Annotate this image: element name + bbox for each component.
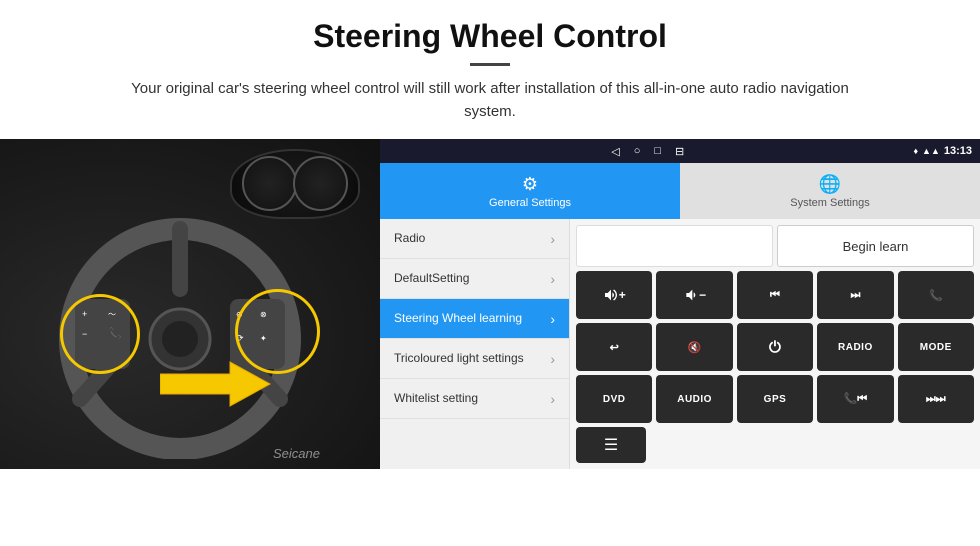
- arrow-indicator: [160, 354, 280, 419]
- status-time: 13:13: [944, 145, 972, 157]
- menu-item-steering-label: Steering Wheel learning: [394, 311, 522, 327]
- menu-item-whitelist-label: Whitelist setting: [394, 391, 478, 407]
- home-nav-icon[interactable]: ○: [634, 145, 641, 157]
- nav-icons: ◁ ○ □ ⊟: [388, 145, 907, 158]
- android-ui: ◁ ○ □ ⊟ ♦ ▲▲ 13:13 ⚙ General Settings 🌐 …: [380, 139, 980, 469]
- begin-learn-label: Begin learn: [843, 239, 909, 254]
- menu-nav-icon[interactable]: ⊟: [675, 145, 684, 158]
- chevron-icon: ›: [550, 231, 555, 247]
- mode-button[interactable]: MODE: [898, 323, 974, 371]
- mute-button[interactable]: 🔇: [656, 323, 732, 371]
- menu-item-tricoloured[interactable]: Tricoloured light settings ›: [380, 339, 569, 379]
- call-end-button[interactable]: ↩: [576, 323, 652, 371]
- tab-system-label: System Settings: [790, 197, 869, 209]
- location-icon: ♦: [913, 146, 918, 156]
- tab-general[interactable]: ⚙ General Settings: [380, 163, 680, 219]
- menu-item-default[interactable]: DefaultSetting ›: [380, 259, 569, 299]
- mode-label: MODE: [920, 342, 952, 353]
- empty-display-box: [576, 225, 773, 267]
- dvd-label: DVD: [603, 394, 626, 405]
- menu-item-radio[interactable]: Radio ›: [380, 219, 569, 259]
- menu-item-whitelist[interactable]: Whitelist setting ›: [380, 379, 569, 419]
- right-panel: Begin learn + − ⏮ ⏭ 📞: [570, 219, 980, 469]
- forward-skip-button[interactable]: ⏭⏭: [898, 375, 974, 423]
- gps-button[interactable]: GPS: [737, 375, 813, 423]
- phone-prev-button[interactable]: 📞⏮: [817, 375, 893, 423]
- chevron-icon: ›: [550, 351, 555, 367]
- top-tabs: ⚙ General Settings 🌐 System Settings: [380, 163, 980, 219]
- radio-btn-label: RADIO: [838, 342, 873, 353]
- steering-wheel-bg: + 〜 − 📞 ⊕ ⊗ ⟳ ✦: [0, 139, 380, 469]
- globe-icon: 🌐: [819, 174, 841, 195]
- menu-items: Radio › DefaultSetting › Steering Wheel …: [380, 219, 570, 469]
- gps-label: GPS: [764, 394, 787, 405]
- divider: [470, 63, 510, 66]
- recents-nav-icon[interactable]: □: [654, 145, 661, 157]
- bottom-row: ☰: [576, 427, 974, 463]
- menu-item-default-label: DefaultSetting: [394, 271, 469, 287]
- status-bar: ◁ ○ □ ⊟ ♦ ▲▲ 13:13: [380, 139, 980, 163]
- menu-list: Radio › DefaultSetting › Steering Wheel …: [380, 219, 980, 469]
- menu-item-radio-label: Radio: [394, 231, 425, 247]
- page-header: Steering Wheel Control Your original car…: [0, 0, 980, 135]
- tab-system[interactable]: 🌐 System Settings: [680, 163, 980, 219]
- chevron-icon: ›: [550, 271, 555, 287]
- prev-track-button[interactable]: ⏮: [737, 271, 813, 319]
- radio-btn[interactable]: RADIO: [817, 323, 893, 371]
- tab-general-label: General Settings: [489, 197, 571, 209]
- steering-wheel-svg: + 〜 − 📞 ⊕ ⊗ ⟳ ✦: [20, 199, 340, 459]
- phone-answer-button[interactable]: 📞: [898, 271, 974, 319]
- next-track-button[interactable]: ⏭: [817, 271, 893, 319]
- begin-learn-row: Begin learn: [576, 225, 974, 267]
- power-button[interactable]: ⏻: [737, 323, 813, 371]
- begin-learn-button[interactable]: Begin learn: [777, 225, 974, 267]
- status-bar-icons: ♦ ▲▲ 13:13: [913, 145, 972, 157]
- chevron-icon: ›: [550, 391, 555, 407]
- yellow-circle-left: [60, 294, 140, 374]
- controls-grid: + − ⏮ ⏭ 📞 ↩ 🔇 ⏻ RADIO: [576, 271, 974, 423]
- audio-label: AUDIO: [677, 394, 712, 405]
- header-subtitle: Your original car's steering wheel contr…: [130, 78, 850, 123]
- car-image: + 〜 − 📞 ⊕ ⊗ ⟳ ✦: [0, 139, 380, 469]
- dvd-button[interactable]: DVD: [576, 375, 652, 423]
- menu-icon-button[interactable]: ☰: [576, 427, 646, 463]
- watermark: Seicane: [273, 446, 320, 461]
- chevron-icon: ›: [550, 311, 555, 327]
- vol-up-button[interactable]: +: [576, 271, 652, 319]
- audio-button[interactable]: AUDIO: [656, 375, 732, 423]
- wifi-icon: ▲▲: [922, 146, 940, 156]
- main-content: + 〜 − 📞 ⊕ ⊗ ⟳ ✦: [0, 139, 980, 469]
- gear-icon: ⚙: [522, 174, 538, 195]
- menu-item-tricoloured-label: Tricoloured light settings: [394, 351, 524, 367]
- back-nav-icon[interactable]: ◁: [611, 145, 619, 158]
- vol-down-button[interactable]: −: [656, 271, 732, 319]
- menu-item-steering[interactable]: Steering Wheel learning ›: [380, 299, 569, 339]
- page-title: Steering Wheel Control: [20, 18, 960, 55]
